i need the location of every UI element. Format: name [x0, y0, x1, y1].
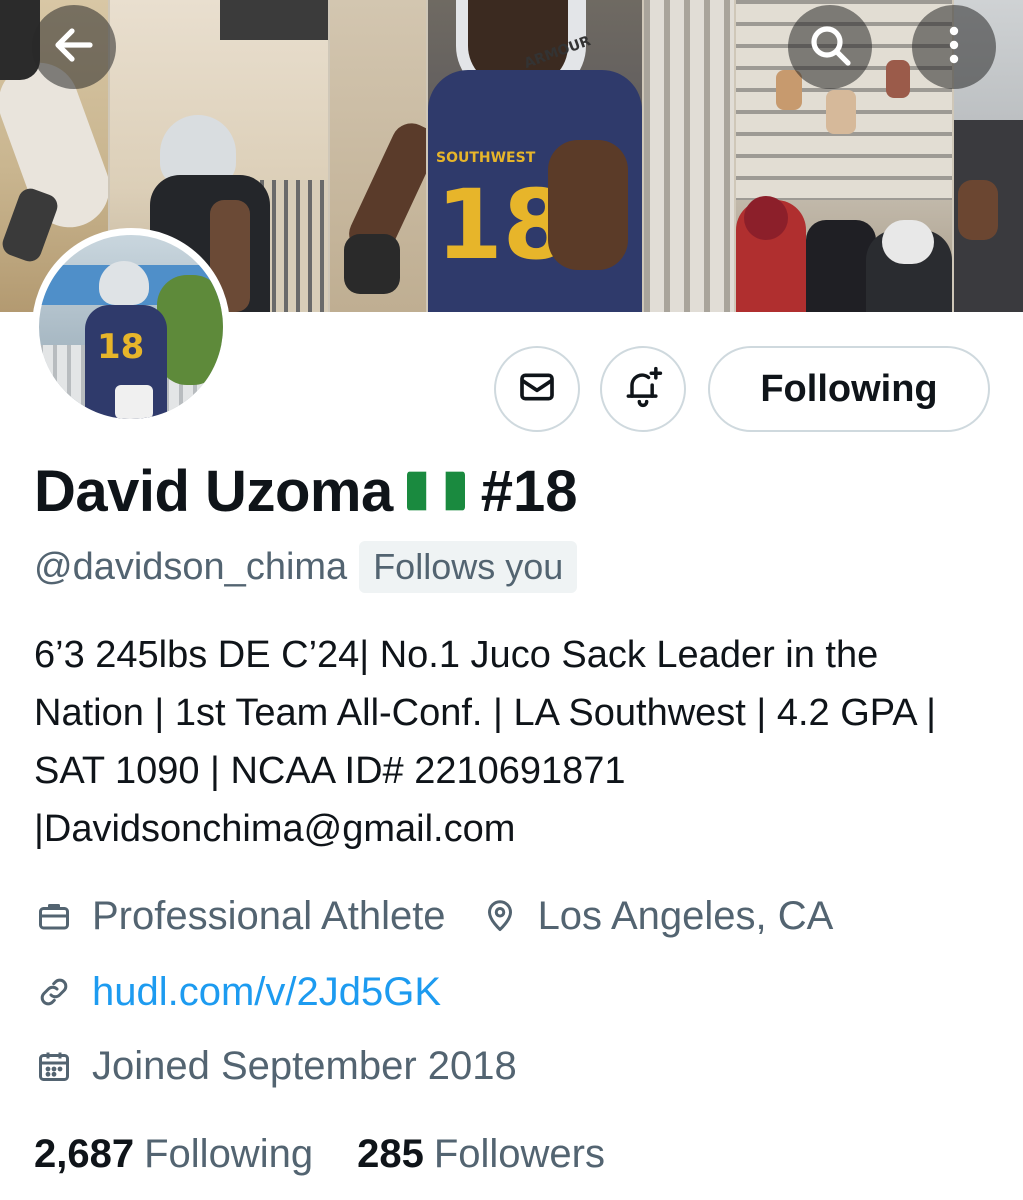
jersey-number: 18 [436, 169, 570, 281]
meta-row-profession-location: Professional Athlete Los Angeles, CA [34, 888, 833, 944]
profile-bio: 6’3 245lbs DE C’24| No.1 Juco Sack Leade… [34, 634, 936, 850]
more-vertical-icon [930, 21, 978, 74]
notifications-button[interactable] [600, 346, 686, 432]
bell-plus-icon [621, 365, 665, 414]
nigeria-flag-icon [406, 471, 465, 511]
follows-you-badge: Follows you [359, 541, 578, 593]
following-label: Following [144, 1131, 314, 1176]
followers-label: Followers [433, 1131, 605, 1176]
followers-count: 285 [357, 1131, 424, 1176]
meta-row-website: hudl.com/v/2Jd5GK [34, 964, 441, 1020]
following-stat[interactable]: 2,687 Following [34, 1132, 313, 1177]
banner-photo-5 [644, 0, 734, 312]
calendar-icon [34, 1046, 74, 1086]
follow-stats: 2,687 Following 285 Followers [34, 1126, 605, 1182]
profile-name-row: David Uzoma #18 [34, 458, 577, 524]
banner-photo-3 [330, 0, 426, 312]
meta-row-joined: Joined September 2018 [34, 1038, 517, 1094]
briefcase-icon [34, 896, 74, 936]
profile-page: ARMOUR SOUTHWEST 18 18 Following David U… [0, 0, 1023, 1200]
more-options-button[interactable] [912, 5, 996, 89]
display-name-number: #18 [480, 458, 578, 524]
search-button[interactable] [788, 5, 872, 89]
location: Los Angeles, CA [537, 893, 834, 938]
display-name: David Uzoma [34, 458, 393, 524]
back-button[interactable] [32, 5, 116, 89]
following-button[interactable]: Following [708, 346, 990, 432]
profile-avatar[interactable]: 18 [32, 228, 230, 426]
followers-stat[interactable]: 285 Followers [357, 1132, 605, 1177]
search-icon [806, 21, 854, 74]
following-count: 2,687 [34, 1131, 135, 1176]
joined-date: Joined September 2018 [92, 1043, 517, 1088]
link-icon [34, 972, 74, 1012]
profession: Professional Athlete [92, 893, 446, 938]
avatar-jersey-number: 18 [97, 327, 145, 367]
handle-row: @davidson_chima Follows you [34, 540, 578, 594]
website-link[interactable]: hudl.com/v/2Jd5GK [92, 970, 441, 1015]
envelope-icon [517, 367, 557, 412]
banner-photo-4: ARMOUR SOUTHWEST 18 [428, 0, 642, 312]
location-pin-icon [480, 896, 520, 936]
arrow-left-icon [50, 21, 98, 74]
message-button[interactable] [494, 346, 580, 432]
user-handle: @davidson_chima [34, 545, 348, 588]
